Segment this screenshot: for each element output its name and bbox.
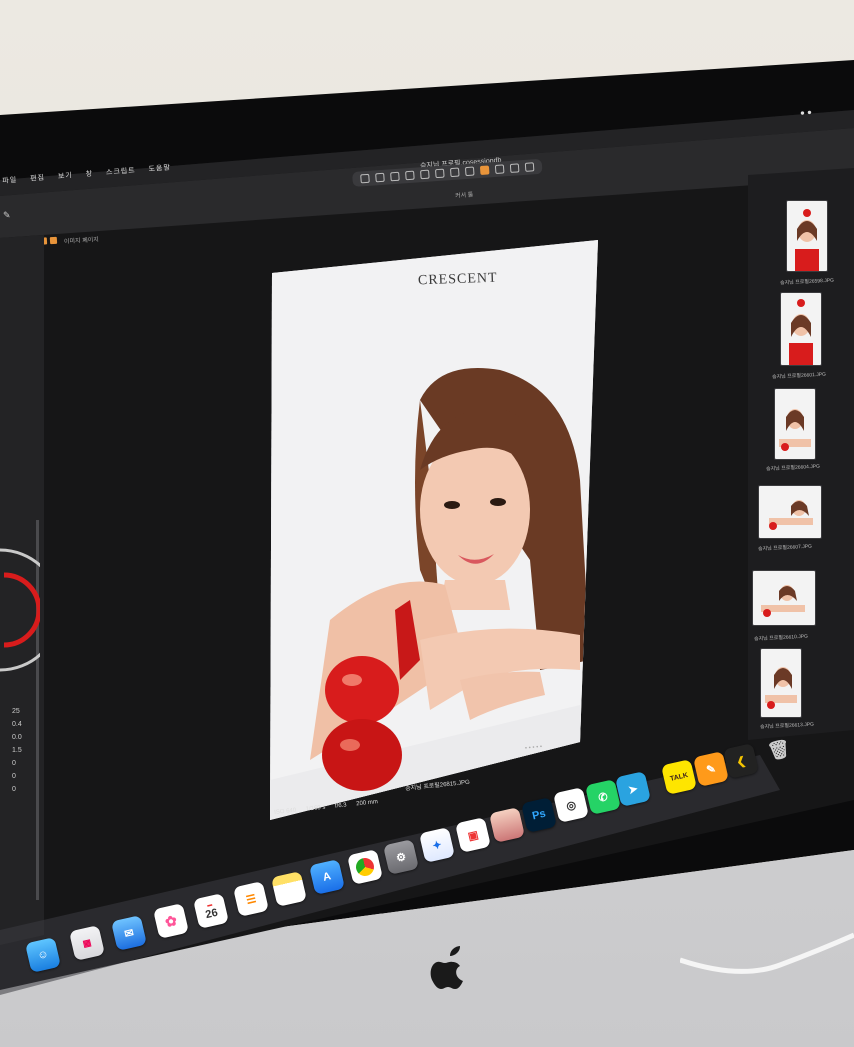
dock-background xyxy=(0,755,780,995)
calendar-day: 26 xyxy=(204,906,219,922)
dock: ☺ ▦ ✉ ✿ ▬ 26 ☰ A ⚙ ✦ ▣ Ps ◎ ✆ ➤ TALK ✎ ❮ … xyxy=(0,0,854,1047)
imac: 파일 편집 보기 창 스크립트 도움말 ● ● 승지님 프로필.cosessio… xyxy=(0,0,854,1047)
trash-icon[interactable]: 🗑 xyxy=(761,732,797,768)
